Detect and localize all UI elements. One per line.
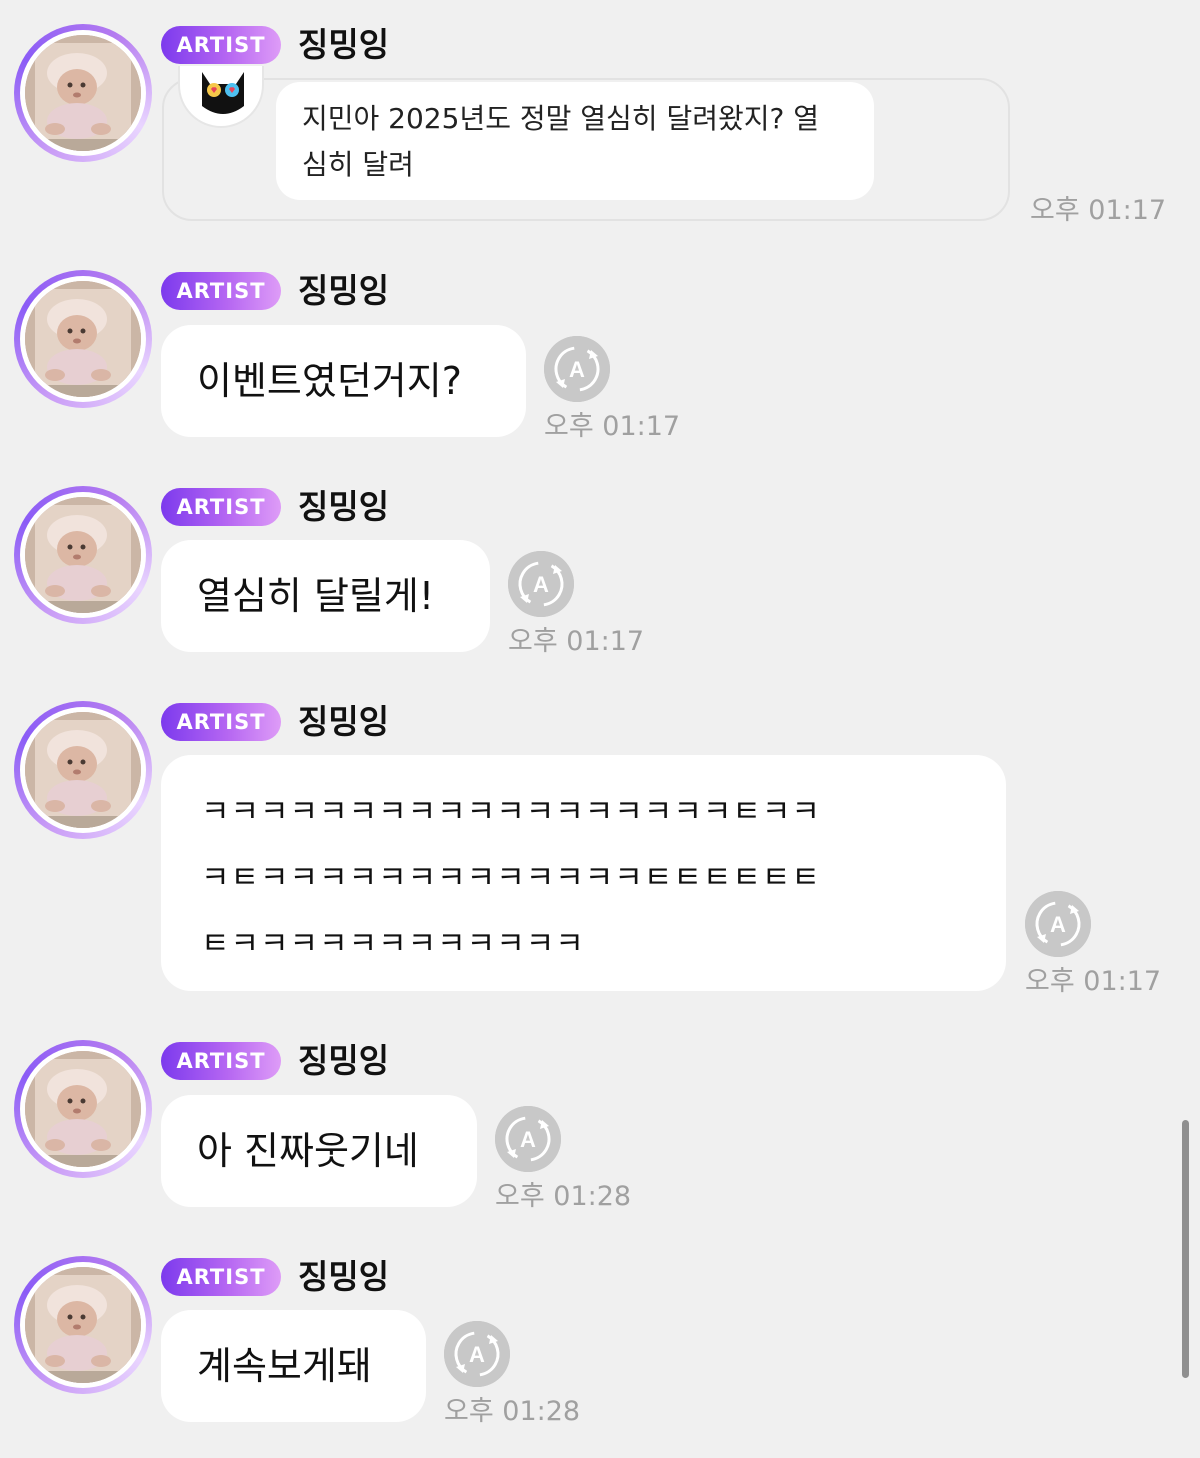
timestamp: 오후 01:17 — [544, 411, 681, 442]
avatar[interactable] — [14, 1256, 152, 1394]
artist-badge: ARTIST — [161, 703, 281, 741]
translate-icon[interactable] — [544, 336, 610, 402]
avatar[interactable] — [14, 24, 152, 162]
message-text-line: ㅋㅌㅋㅋㅋㅋㅋㅋㅋㅋㅋㅋㅋㅋㅋㅌㅌㅌㅌㅌㅌ — [201, 860, 821, 896]
message-bubble[interactable]: 열심히 달릴게! — [161, 540, 490, 652]
message-bubble[interactable]: 이벤트였던거지? — [161, 325, 526, 437]
artist-badge: ARTIST — [161, 272, 281, 310]
avatar[interactable] — [14, 486, 152, 624]
message-bubble[interactable]: ㅋㅋㅋㅋㅋㅋㅋㅋㅋㅋㅋㅋㅋㅋㅋㅋㅋㅋㅌㅋㅋ ㅋㅌㅋㅋㅋㅋㅋㅋㅋㅋㅋㅋㅋㅋㅋㅌㅌㅌ… — [161, 755, 1006, 991]
message-text: 아 진짜웃기네 — [197, 1129, 419, 1173]
baby-photo-avatar — [25, 1267, 141, 1383]
sender-name: 징밍잉 — [298, 25, 390, 64]
sender-name: 징밍잉 — [298, 487, 390, 526]
translate-icon[interactable] — [508, 551, 574, 617]
message-text: 이벤트였던거지? — [197, 359, 462, 403]
sender-name: 징밍잉 — [298, 1041, 390, 1080]
baby-photo-avatar — [25, 1051, 141, 1167]
baby-photo-avatar — [25, 712, 141, 828]
message-text: 열심히 달릴게! — [197, 574, 435, 618]
translate-icon[interactable] — [1025, 891, 1091, 957]
artist-badge: ARTIST — [161, 1258, 281, 1296]
message-bubble[interactable]: 계속보게돼 — [161, 1310, 426, 1422]
quoted-text-line: 지민아 2025년도 정말 열심히 달려왔지? 열 — [302, 102, 820, 135]
avatar[interactable] — [14, 1040, 152, 1178]
quoted-message: 지민아 2025년도 정말 열심히 달려왔지? 열 심히 달려 — [276, 82, 874, 200]
avatar[interactable] — [14, 701, 152, 839]
sender-name: 징밍잉 — [298, 271, 390, 310]
quoted-text-line: 심히 달려 — [302, 148, 414, 181]
timestamp: 오후 01:28 — [495, 1181, 632, 1212]
baby-photo-avatar — [25, 281, 141, 397]
timestamp: 오후 01:17 — [508, 626, 645, 657]
timestamp: 오후 01:28 — [444, 1396, 581, 1427]
message-text: 계속보게돼 — [197, 1344, 372, 1388]
message-text-line: ㅋㅋㅋㅋㅋㅋㅋㅋㅋㅋㅋㅋㅋㅋㅋㅋㅋㅋㅌㅋㅋ — [201, 794, 821, 830]
avatar[interactable] — [14, 270, 152, 408]
translate-icon[interactable] — [444, 1321, 510, 1387]
baby-photo-avatar — [25, 497, 141, 613]
sender-name: 징밍잉 — [298, 702, 390, 741]
sender-name: 징밍잉 — [298, 1257, 390, 1296]
artist-badge: ARTIST — [161, 1042, 281, 1080]
timestamp: 오후 01:17 — [1030, 195, 1167, 226]
message-bubble[interactable]: 아 진짜웃기네 — [161, 1095, 477, 1207]
timestamp: 오후 01:17 — [1025, 966, 1162, 997]
translate-icon[interactable] — [495, 1106, 561, 1172]
message-text-line: ㅌㅋㅋㅋㅋㅋㅋㅋㅋㅋㅋㅋㅋ — [201, 926, 585, 962]
baby-photo-avatar — [25, 35, 141, 151]
artist-badge: ARTIST — [161, 26, 281, 64]
scrollbar[interactable] — [1182, 1120, 1189, 1378]
artist-badge: ARTIST — [161, 488, 281, 526]
